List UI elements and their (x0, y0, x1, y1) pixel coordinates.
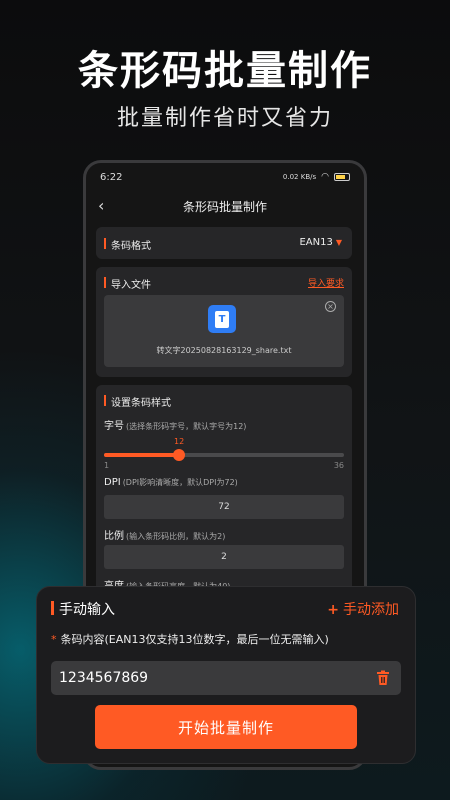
trash-icon[interactable] (375, 670, 391, 686)
code-content-hint: * 条码内容(EAN13仅支持13位数字，最后一位无需输入) (51, 631, 329, 647)
caret-down-icon: ▼ (335, 238, 342, 247)
file-name: 转文字20250828163129_share.txt (156, 346, 292, 355)
dpi-input[interactable]: 72 (104, 495, 344, 519)
battery-icon (334, 173, 350, 181)
style-label: 设置条码样式 (104, 394, 171, 409)
format-card: 条码格式 EAN13 ▼ (96, 227, 352, 259)
text-file-icon: T (208, 305, 236, 333)
font-size-title: 字号 (104, 421, 124, 432)
manual-add-label: 手动添加 (343, 602, 399, 618)
format-select[interactable]: EAN13 ▼ (299, 237, 342, 248)
font-size-value: 12 (174, 437, 185, 446)
status-bar: 6:22 0.02 KB/s ◠ (86, 163, 364, 191)
import-card: 导入文件 导入要求 T × 转文字20250828163129_share.tx… (96, 267, 352, 377)
ratio-input[interactable]: 2 (104, 545, 344, 569)
ratio-title: 比例 (104, 531, 124, 542)
import-label: 导入文件 (104, 276, 151, 291)
status-icons: 0.02 KB/s ◠ (283, 172, 350, 182)
plus-icon: + (327, 602, 339, 618)
back-icon[interactable]: ‹ (98, 196, 104, 215)
dpi-hint: (DPI影响清晰度，默认DPI为72) (122, 478, 238, 487)
font-size-slider[interactable] (104, 449, 344, 461)
slider-fill (104, 453, 179, 457)
format-value: EAN13 (299, 237, 333, 248)
slider-max: 36 (333, 461, 344, 470)
manual-input-sheet: 手动输入 + 手动添加 * 条码内容(EAN13仅支持13位数字，最后一位无需输入)… (36, 586, 416, 764)
dpi-label: DPI (DPI影响清晰度，默认DPI为72) (104, 477, 238, 488)
manual-add-button[interactable]: + 手动添加 (327, 599, 399, 619)
start-batch-button[interactable]: 开始批量制作 (95, 705, 357, 749)
font-size-label: 字号 (选择条形码字号，默认字号为12) (104, 417, 246, 432)
close-icon[interactable]: × (325, 301, 336, 312)
hero-title: 条形码批量制作 (78, 48, 372, 94)
slider-min: 1 (104, 461, 110, 470)
ratio-label: 比例 (输入条形码比例，默认为2) (104, 527, 225, 542)
nav-bar: ‹ 条形码批量制作 (86, 191, 364, 221)
ratio-hint: (输入条形码比例，默认为2) (126, 532, 226, 541)
hero-subtitle: 批量制作省时又省力 (116, 106, 333, 131)
format-label: 条码格式 (104, 237, 151, 252)
file-box[interactable]: T × 转文字20250828163129_share.txt (104, 295, 344, 367)
slider-knob[interactable] (173, 449, 185, 461)
status-time: 6:22 (100, 171, 123, 183)
file-icon-letter: T (215, 310, 229, 328)
required-star: * (51, 633, 57, 646)
import-requirements-link[interactable]: 导入要求 (308, 276, 344, 289)
wifi-icon: ◠ (321, 172, 329, 182)
code-content-input[interactable] (51, 661, 401, 695)
dpi-title: DPI (104, 477, 121, 488)
font-size-hint: (选择条形码字号，默认字号为12) (126, 422, 247, 431)
code-content-hint-text: 条码内容(EAN13仅支持13位数字，最后一位无需输入) (60, 633, 329, 646)
net-speed: 0.02 KB/s (282, 173, 317, 181)
nav-title: 条形码批量制作 (182, 199, 267, 214)
sheet-title: 手动输入 (51, 599, 115, 619)
